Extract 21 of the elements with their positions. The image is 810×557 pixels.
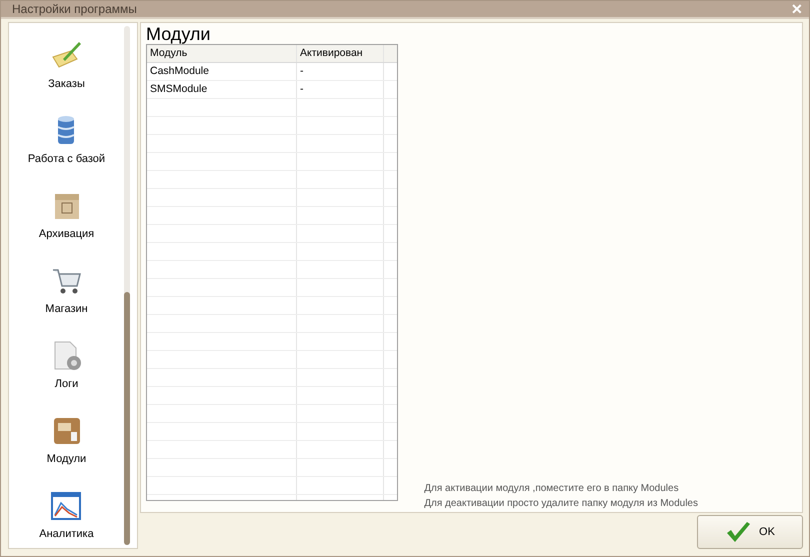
hint-text: Для деактивации просто удалите папку модуля из Modules [424, 498, 698, 509]
sidebar-item[interactable]: Логи [50, 339, 84, 398]
sidebar-item[interactable]: Архивация [38, 189, 94, 248]
table-cell: CashModule [147, 63, 297, 80]
window-title: Настройки программы [12, 2, 137, 16]
section-title: Модули [146, 24, 212, 44]
table-cell: SMSModule [147, 81, 297, 98]
sidebar-item[interactable]: Магазин [45, 264, 88, 323]
sidebar-item[interactable]: Заказы [48, 39, 85, 98]
table-cell: - [297, 81, 384, 98]
checkmark-icon [725, 521, 752, 543]
sidebar-item[interactable]: Работа с базой [28, 114, 106, 173]
sidebar-item[interactable]: Аналитика [39, 489, 94, 548]
sidebar-item[interactable]: Модули [46, 414, 86, 473]
column-header[interactable]: Активирован [297, 45, 384, 62]
ok-button[interactable]: OK [697, 515, 803, 549]
column-header[interactable]: Модуль [147, 45, 297, 62]
chart-window-icon [49, 489, 84, 523]
scrollbar-thumb[interactable] [124, 292, 130, 545]
table-cell: - [297, 63, 384, 80]
hint-text: Для активации модуля ,поместите его в папку Modules [424, 483, 680, 494]
